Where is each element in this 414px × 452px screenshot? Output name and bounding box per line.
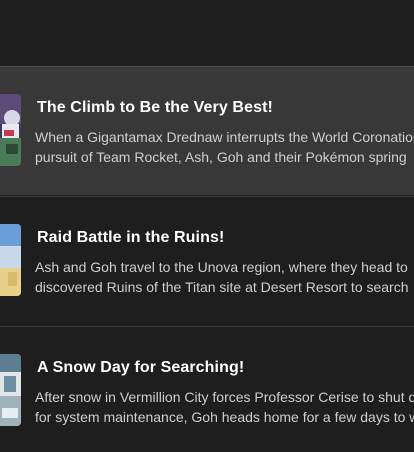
- episode-description: Ash and Goh travel to the Unova region, …: [35, 257, 414, 297]
- top-bar: [0, 0, 414, 66]
- episode-title[interactable]: Raid Battle in the Ruins!: [37, 229, 224, 247]
- episode-description: When a Gigantamax Drednaw interrupts the…: [35, 127, 414, 167]
- episode-item[interactable]: Raid Battle in the Ruins! Ash and Goh tr…: [0, 197, 414, 325]
- episode-thumbnail[interactable]: [0, 224, 21, 296]
- episode-description: After snow in Vermillion City forces Pro…: [35, 387, 414, 427]
- description-line: When a Gigantamax Drednaw interrupts the…: [35, 129, 414, 145]
- episode-thumbnail[interactable]: [0, 354, 21, 426]
- episode-item[interactable]: The Climb to Be the Very Best! When a Gi…: [0, 67, 414, 195]
- description-line: discovered Ruins of the Titan site at De…: [35, 279, 409, 295]
- description-line: for system maintenance, Goh heads home f…: [35, 409, 414, 425]
- description-line: Ash and Goh travel to the Unova region, …: [35, 259, 408, 275]
- description-line: pursuit of Team Rocket, Ash, Goh and the…: [35, 149, 407, 165]
- description-line: After snow in Vermillion City forces Pro…: [35, 389, 414, 405]
- episode-title[interactable]: A Snow Day for Searching!: [37, 359, 244, 377]
- episode-list-page: The Climb to Be the Very Best! When a Gi…: [0, 0, 414, 452]
- episode-title[interactable]: The Climb to Be the Very Best!: [37, 99, 273, 117]
- episode-thumbnail[interactable]: [0, 94, 21, 166]
- episode-item[interactable]: A Snow Day for Searching! After snow in …: [0, 327, 414, 452]
